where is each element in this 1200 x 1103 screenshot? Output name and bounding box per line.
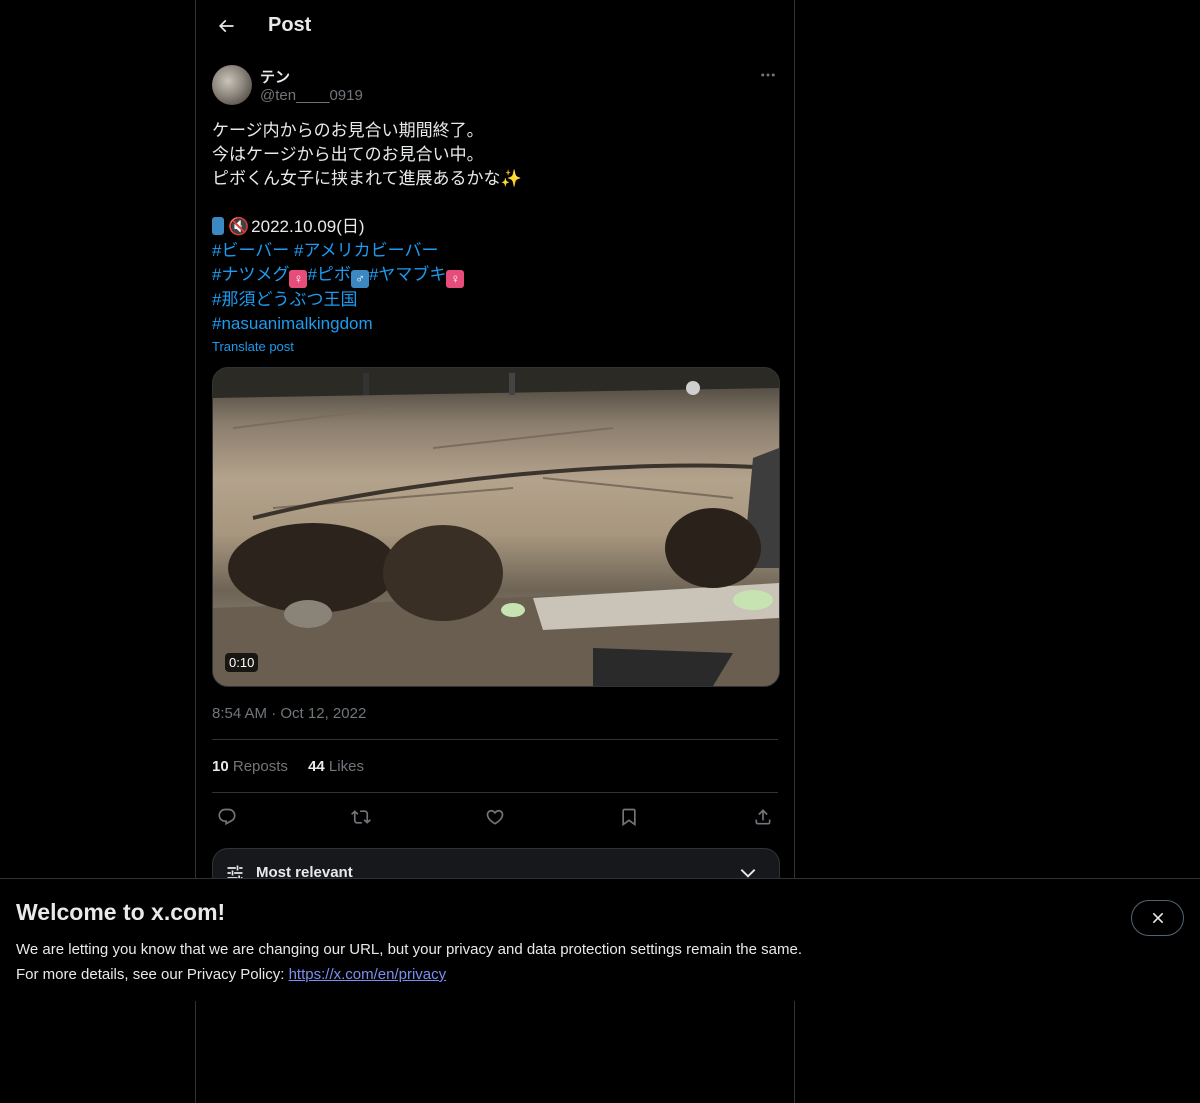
hashtag-link[interactable]: #ヤマブキ [369, 265, 446, 284]
banner-title: Welcome to x.com! [16, 899, 226, 925]
arrow-left-icon [218, 19, 234, 33]
hashtag-line: #nasuanimalkingdom [212, 312, 778, 336]
author-display-name[interactable]: テン [260, 66, 290, 87]
close-icon [1152, 912, 1163, 924]
hashtag-link[interactable]: #ビーバー [212, 241, 289, 260]
hashtag-link[interactable]: #ナツメグ [212, 265, 289, 284]
separator-dot: · [271, 705, 277, 722]
likes-stat[interactable]: 44 Likes [308, 758, 364, 775]
reposts-stat[interactable]: 10 Reposts [212, 758, 288, 775]
avatar[interactable] [212, 65, 252, 105]
video-thumbnail [213, 368, 779, 686]
repost-button[interactable] [346, 803, 376, 831]
video-player[interactable]: 0:10 [212, 367, 780, 687]
reply-button[interactable] [212, 803, 242, 831]
page-title: Post [268, 14, 312, 36]
repost-icon [351, 810, 371, 824]
tweet-date-line: 🔇 2022.10.09(日) [212, 215, 778, 239]
back-button[interactable] [208, 8, 244, 44]
url-change-banner: Welcome to x.com! We are letting you kno… [0, 878, 1200, 1001]
post-timestamp[interactable]: 8:54 AM · Oct 12, 2022 [212, 705, 366, 722]
tweet-line: ピボくん女子に挟まれて進展あるかな✨ [212, 169, 522, 188]
male-sign-icon: ♂ [350, 270, 369, 288]
translate-post-link[interactable]: Translate post [212, 339, 294, 354]
mobile-phone-icon [212, 217, 224, 235]
female-sign-icon: ♀ [446, 270, 465, 288]
privacy-policy-link[interactable]: https://x.com/en/privacy [289, 966, 447, 983]
hashtag-link[interactable]: #ピボ [307, 265, 350, 284]
close-banner-button[interactable] [1131, 900, 1184, 936]
banner-text: We are letting you know that we are chan… [16, 937, 802, 987]
share-icon [755, 809, 771, 825]
hashtag-link[interactable]: #アメリカビーバー [294, 241, 438, 260]
hashtag-link[interactable]: #那須どうぶつ王国 [212, 290, 357, 309]
tweet-text: ケージ内からのお見合い期間終了。 今はケージから出てのお見合い中。 ピボくん女子… [212, 119, 778, 336]
divider [212, 739, 778, 740]
banner-line: For more details, see our Privacy Policy… [16, 966, 447, 983]
tweet-line: ケージ内からのお見合い期間終了。 [212, 121, 484, 140]
action-bar [212, 803, 778, 831]
banner-line: We are letting you know that we are chan… [16, 941, 802, 958]
like-button[interactable] [480, 803, 510, 831]
engagement-stats: 10 Reposts 44 Likes [212, 758, 380, 775]
muted-speaker-icon: 🔇 [228, 217, 250, 236]
hashtag-link[interactable]: #nasuanimalkingdom [212, 314, 373, 333]
post-date: Oct 12, 2022 [280, 705, 367, 722]
video-duration-badge: 0:10 [225, 653, 259, 672]
share-button[interactable] [748, 803, 778, 831]
more-options-button[interactable] [756, 63, 780, 87]
sparkles-icon: ✨ [500, 169, 522, 188]
top-bar: Post [196, 0, 794, 53]
hashtag-line: #ビーバー #アメリカビーバー [212, 239, 778, 263]
post-time: 8:54 AM [212, 705, 268, 722]
divider [212, 792, 778, 793]
like-icon [486, 809, 504, 825]
reply-icon [218, 808, 236, 826]
hashtag-line: #ナツメグ ♀ #ピボ ♂ #ヤマブキ ♀ [212, 263, 778, 288]
bookmark-icon [622, 808, 636, 827]
female-sign-icon: ♀ [289, 270, 308, 288]
hashtag-line: #那須どうぶつ王国 [212, 288, 778, 312]
bookmark-button[interactable] [614, 803, 644, 831]
tweet-line: 今はケージから出てのお見合い中。 [212, 145, 484, 164]
author-handle[interactable]: @ten____0919 [260, 87, 363, 104]
more-icon [761, 73, 775, 77]
